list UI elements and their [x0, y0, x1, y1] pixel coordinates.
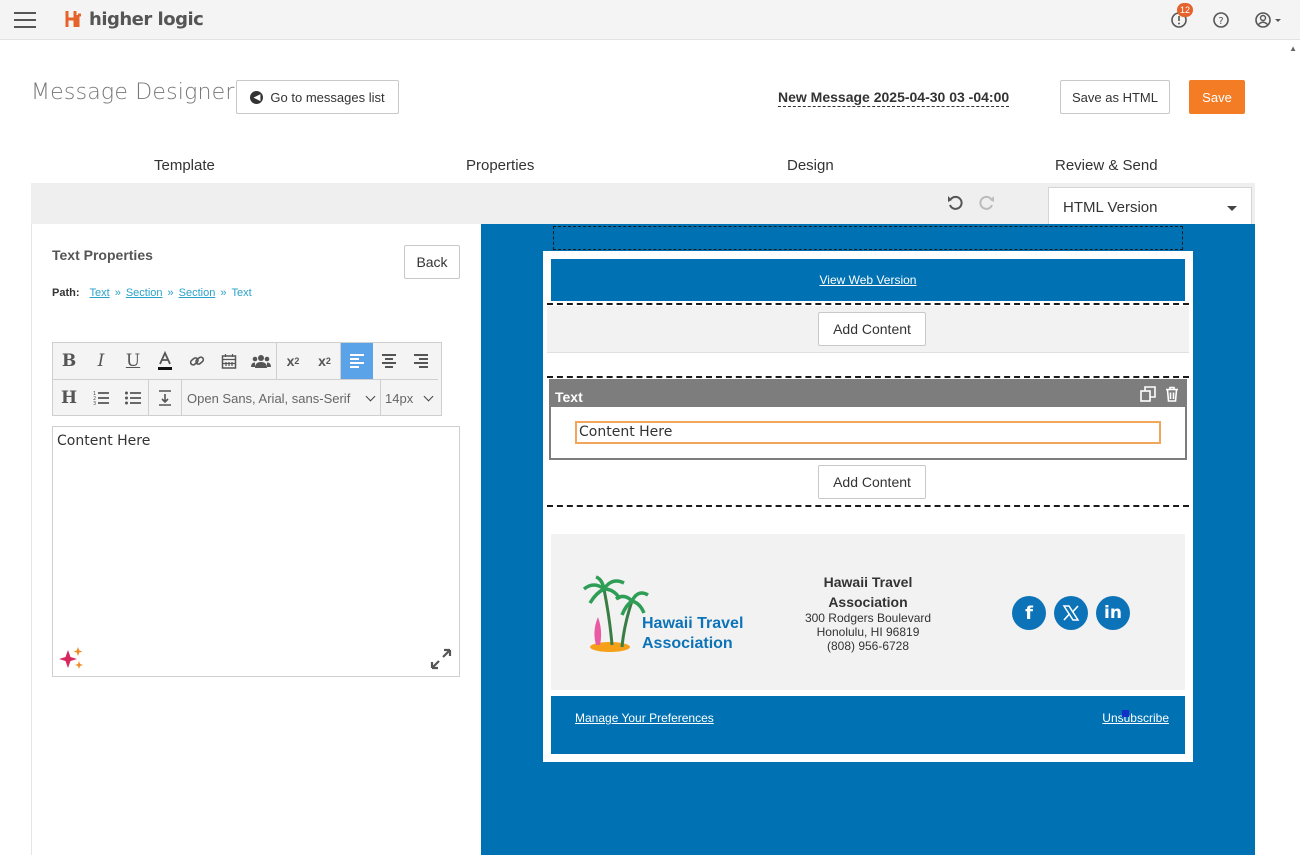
app-logo[interactable]: higher logic	[64, 8, 204, 30]
preferences-bar: Manage Your Preferences Unsubscribe	[551, 696, 1185, 754]
chevron-down-icon	[423, 391, 434, 402]
step-review-send[interactable]: Review & Send	[1055, 157, 1158, 174]
text-block-label: Text	[555, 389, 583, 405]
logo-text: Hawaii Travel Association	[642, 614, 743, 654]
font-family-select[interactable]: Open Sans, Arial, sans-Serif	[181, 380, 381, 416]
expand-icon[interactable]	[430, 648, 452, 670]
facebook-icon[interactable]: f	[1012, 596, 1046, 630]
path-item-section[interactable]: Section	[179, 287, 216, 299]
save-button[interactable]: Save	[1189, 80, 1245, 114]
higher-logic-logo-icon	[65, 11, 81, 27]
back-arrow-icon: ◀	[250, 90, 264, 104]
org-name: Hawaii Travel Association	[823, 574, 913, 610]
x-icon[interactable]	[1054, 596, 1088, 630]
block-tools	[1132, 386, 1180, 402]
logo-text-line-1: Hawaii Travel	[642, 615, 744, 632]
step-design[interactable]: Design	[787, 157, 834, 174]
message-name[interactable]: New Message 2025-04-30 03 -04:00	[778, 89, 1010, 107]
underline-icon[interactable]: U	[117, 343, 149, 379]
go-to-messages-label: Go to messages list	[270, 89, 385, 105]
top-bar: higher logic 12 ?	[0, 0, 1300, 40]
chevron-down-icon	[365, 391, 376, 402]
notifications-icon[interactable]: 12	[1168, 3, 1194, 31]
user-menu-icon[interactable]	[1252, 9, 1286, 31]
font-size-value: 14px	[385, 390, 414, 406]
text-editor[interactable]: Content Here	[52, 426, 460, 677]
step-properties[interactable]: Properties	[466, 157, 534, 174]
notification-badge: 12	[1177, 3, 1194, 17]
add-content-button[interactable]: Add Content	[818, 312, 926, 346]
chevron-right-icon: »	[114, 287, 121, 299]
social-links: f in	[1012, 596, 1138, 630]
web-version-bar: View Web Version	[551, 259, 1185, 301]
version-select-value: HTML Version	[1063, 199, 1158, 216]
address-line-2: Honolulu, HI 96819	[816, 625, 920, 639]
bold-icon[interactable]: B	[53, 343, 85, 379]
svg-text:3: 3	[93, 401, 96, 406]
unsubscribe-link[interactable]: Unsubscribe	[1102, 711, 1169, 725]
menu-icon[interactable]	[14, 12, 36, 28]
section-divider	[547, 376, 1189, 378]
phone-number: (808) 956-6728	[826, 639, 910, 653]
add-content-button[interactable]: Add Content	[818, 465, 926, 499]
chevron-right-icon: »	[167, 287, 174, 299]
address-line-1: 300 Rodgers Boulevard	[804, 611, 932, 625]
svg-text:?: ?	[1218, 16, 1223, 27]
path-label: Path:	[52, 287, 80, 299]
section-divider	[547, 505, 1189, 507]
scroll-up-icon[interactable]: ▲	[1289, 44, 1297, 53]
superscript-icon[interactable]: x2	[277, 343, 309, 379]
linkedin-icon[interactable]: in	[1096, 596, 1130, 630]
font-family-value: Open Sans, Arial, sans-Serif	[187, 390, 351, 406]
rich-text-toolbar: B I U x2 x2 H 123 Open Sans, Arial, sans…	[52, 342, 442, 416]
text-block-content[interactable]: Content Here	[575, 421, 1161, 444]
step-template[interactable]: Template	[154, 157, 215, 174]
line-height-icon[interactable]	[149, 380, 181, 416]
text-block-header: Text	[551, 381, 1185, 407]
users-icon[interactable]	[245, 343, 277, 379]
top-icons: 12 ?	[1148, 3, 1286, 31]
align-center-icon[interactable]	[373, 343, 405, 379]
chevron-down-icon	[1227, 206, 1237, 211]
duplicate-icon[interactable]	[1140, 386, 1156, 402]
text-block[interactable]: Text	[549, 379, 1187, 460]
align-left-icon[interactable]	[341, 343, 373, 379]
italic-icon[interactable]: I	[85, 343, 117, 379]
calendar-icon[interactable]	[213, 343, 245, 379]
subscript-icon[interactable]: x2	[309, 343, 341, 379]
back-button[interactable]: Back	[404, 245, 460, 279]
ai-sparkle-icon[interactable]	[58, 646, 86, 672]
save-as-html-button[interactable]: Save as HTML	[1060, 80, 1170, 114]
unordered-list-icon[interactable]	[117, 380, 149, 416]
go-to-messages-button[interactable]: ◀ Go to messages list	[236, 80, 399, 114]
ordered-list-icon[interactable]: 123	[85, 380, 117, 416]
path-item-current: Text	[231, 287, 252, 299]
logo-text-line-2: Association	[642, 635, 733, 652]
app-name: higher logic	[89, 8, 204, 30]
version-select[interactable]: HTML Version	[1048, 187, 1252, 226]
section-divider	[547, 303, 1189, 305]
cursor-marker	[1122, 710, 1129, 717]
trash-icon[interactable]	[1164, 386, 1180, 402]
breadcrumb: Path: Text » Section » Section » Text	[52, 287, 252, 299]
org-address: 300 Rodgers Boulevard Honolulu, HI 96819…	[790, 611, 946, 653]
path-item-section[interactable]: Section	[126, 287, 163, 299]
undo-icon[interactable]	[946, 193, 966, 213]
manage-preferences-link[interactable]: Manage Your Preferences	[575, 711, 714, 725]
heading-icon[interactable]: H	[53, 380, 85, 416]
drop-zone[interactable]	[553, 226, 1183, 250]
redo-icon[interactable]	[976, 193, 996, 213]
panel-title: Text Properties	[52, 247, 153, 263]
help-icon[interactable]: ?	[1210, 9, 1232, 31]
path-item-text[interactable]: Text	[90, 287, 110, 299]
link-icon[interactable]	[181, 343, 213, 379]
align-right-icon[interactable]	[405, 343, 437, 379]
chevron-right-icon: »	[220, 287, 227, 299]
font-size-select[interactable]: 14px	[381, 380, 438, 416]
font-color-icon[interactable]	[149, 343, 181, 379]
page-title: Message Designer	[31, 80, 235, 105]
view-web-version-link[interactable]: View Web Version	[820, 273, 917, 287]
